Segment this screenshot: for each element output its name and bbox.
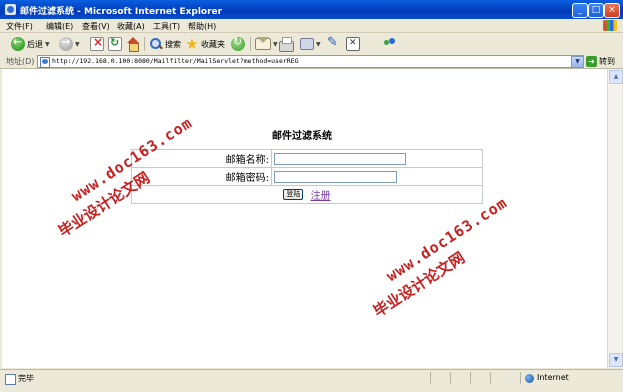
scroll-down-icon[interactable]: ▼ — [609, 353, 623, 367]
menu-help[interactable]: 帮助(H) — [188, 21, 216, 32]
ie-app-icon — [5, 4, 16, 15]
address-label: 地址(D) — [6, 57, 35, 66]
menu-file[interactable]: 文件(F) — [6, 21, 33, 32]
password-cell — [271, 167, 483, 186]
status-divider — [520, 372, 521, 384]
messenger-icon — [346, 37, 360, 51]
back-label: 后退 — [27, 39, 43, 49]
research-button[interactable] — [383, 36, 397, 52]
menu-favorites[interactable]: 收藏(A) — [117, 21, 145, 32]
page-icon — [40, 57, 50, 68]
window-title: 邮件过滤系统 - Microsoft Internet Explorer — [20, 7, 223, 17]
forward-arrow-icon — [59, 35, 73, 51]
mail-icon — [255, 37, 271, 50]
register-link[interactable]: 注册 — [311, 191, 331, 202]
home-button[interactable] — [126, 36, 140, 52]
go-arrow-icon: ➔ — [586, 55, 597, 67]
username-cell — [271, 149, 483, 168]
status-divider — [490, 372, 491, 384]
status-bar: 完毕 Internet — [0, 369, 623, 392]
back-button[interactable]: 后退 ▼ — [11, 35, 50, 52]
edit-icon — [300, 38, 314, 50]
messenger-button[interactable] — [346, 36, 360, 52]
stop-button[interactable] — [90, 35, 104, 52]
search-icon — [149, 37, 163, 51]
discuss-icon — [326, 35, 340, 51]
back-arrow-icon — [11, 35, 25, 51]
chevron-down-icon[interactable]: ▼ — [75, 41, 80, 48]
chevron-down-icon[interactable]: ▼ — [316, 41, 321, 48]
mail-button[interactable]: ▼ — [255, 36, 278, 52]
zone-label: Internet — [537, 373, 569, 382]
refresh-button[interactable] — [108, 36, 122, 52]
refresh-icon — [108, 36, 122, 51]
chevron-down-icon[interactable]: ▼ — [45, 41, 50, 48]
maximize-button[interactable]: □ — [588, 3, 604, 18]
actions-cell: 登陆 注册 — [131, 185, 483, 204]
chevron-down-icon[interactable]: ▼ — [273, 41, 278, 48]
status-divider — [430, 372, 431, 384]
page-done-icon — [5, 374, 16, 385]
research-icon — [383, 37, 397, 51]
print-button[interactable] — [279, 36, 294, 52]
close-button[interactable]: × — [604, 3, 620, 18]
login-button[interactable]: 登陆 — [283, 189, 304, 200]
go-button[interactable]: ➔ 转到 — [586, 55, 615, 67]
favorites-button[interactable]: 收藏夹 — [185, 36, 225, 52]
page-content: 邮件过滤系统 邮箱名称: 邮箱密码: 登陆 注册 毕业设计论文网 www.doc… — [2, 69, 607, 368]
address-input[interactable]: http://192.168.0.100:8080/Mailfilter/Mai… — [37, 55, 584, 68]
printer-icon — [279, 36, 294, 52]
ie-window: 邮件过滤系统 - Microsoft Internet Explorer _ □… — [0, 0, 623, 392]
login-form: 邮箱名称: 邮箱密码: 登陆 注册 — [131, 149, 483, 204]
minimize-button[interactable]: _ — [572, 3, 588, 18]
address-url: http://192.168.0.100:8080/Mailfilter/Mai… — [52, 57, 299, 65]
toolbar-separator — [250, 37, 251, 51]
toolbar: 后退 ▼ ▼ 搜索 收藏夹 ▼ — [0, 33, 623, 55]
menu-view[interactable]: 查看(V) — [82, 21, 110, 32]
windows-logo-icon — [603, 20, 617, 31]
address-dropdown-button[interactable]: ▼ — [571, 56, 584, 68]
favorites-label: 收藏夹 — [201, 39, 225, 49]
username-input[interactable] — [274, 152, 406, 165]
history-button[interactable] — [231, 35, 245, 52]
edit-button[interactable]: ▼ — [300, 36, 321, 52]
search-label: 搜索 — [165, 39, 181, 49]
address-bar: 地址(D) http://192.168.0.100:8080/Mailfilt… — [0, 54, 623, 69]
scroll-up-icon[interactable]: ▲ — [609, 70, 623, 84]
password-input[interactable] — [274, 170, 397, 183]
vertical-scrollbar[interactable]: ▲ ▼ — [607, 69, 623, 368]
title-bar: 邮件过滤系统 - Microsoft Internet Explorer _ □… — [0, 0, 623, 19]
star-icon — [185, 37, 199, 51]
status-text: 完毕 — [18, 374, 34, 383]
go-label: 转到 — [599, 56, 615, 66]
stop-icon — [90, 35, 104, 51]
discuss-button[interactable] — [326, 35, 340, 52]
search-button[interactable]: 搜索 — [149, 36, 181, 52]
forward-button[interactable]: ▼ — [59, 35, 80, 52]
internet-globe-icon — [525, 374, 534, 383]
menu-edit[interactable]: 编辑(E) — [46, 21, 73, 32]
menu-bar: 文件(F) 编辑(E) 查看(V) 收藏(A) 工具(T) 帮助(H) — [0, 19, 623, 33]
home-icon — [126, 37, 140, 52]
status-divider — [450, 372, 451, 384]
status-divider — [470, 372, 471, 384]
toolbar-separator — [144, 37, 145, 51]
page-title: 邮件过滤系统 — [272, 131, 332, 142]
menu-tools[interactable]: 工具(T) — [153, 21, 180, 32]
history-icon — [231, 35, 245, 51]
